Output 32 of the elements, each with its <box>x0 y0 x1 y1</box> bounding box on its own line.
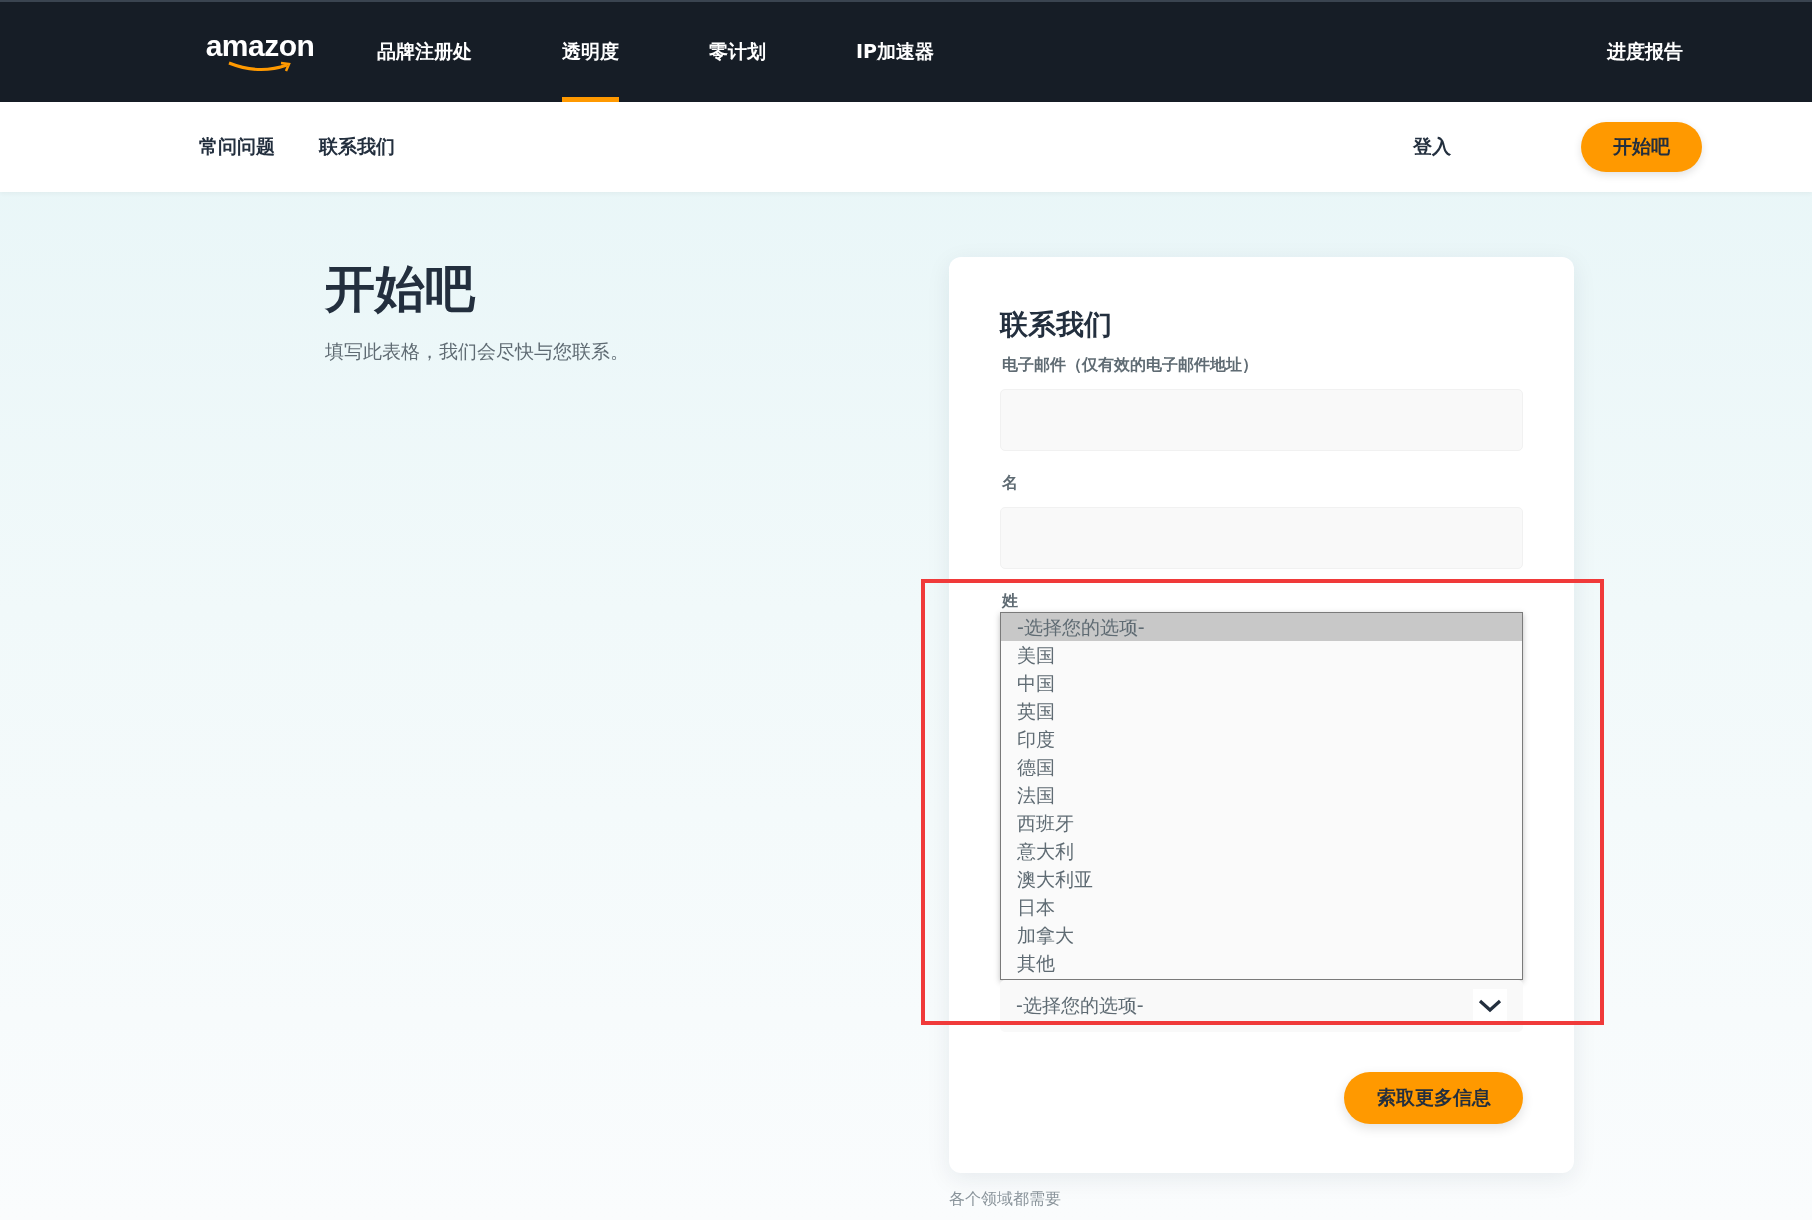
dropdown-option[interactable]: 英国 <box>1001 697 1522 725</box>
select-field[interactable]: -选择您的选项- <box>1000 980 1523 1032</box>
dropdown-option[interactable]: 西班牙 <box>1001 809 1522 837</box>
nav-tab[interactable]: 品牌注册处 <box>377 2 472 102</box>
nav-link[interactable]: 常问问题 <box>199 134 275 160</box>
page-heading: 开始吧 <box>325 259 476 319</box>
sign-in-link[interactable]: 登入 <box>1413 134 1451 160</box>
dropdown-option[interactable]: -选择您的选项- <box>1001 613 1522 641</box>
nav-tab[interactable]: IP加速器 <box>856 2 934 102</box>
dropdown-option[interactable]: 澳大利亚 <box>1001 865 1522 893</box>
dropdown-option[interactable]: 其他 <box>1001 949 1522 977</box>
dropdown-option[interactable]: 法国 <box>1001 781 1522 809</box>
dropdown-option[interactable]: 日本 <box>1001 893 1522 921</box>
dropdown-option[interactable]: 意大利 <box>1001 837 1522 865</box>
dropdown-option[interactable]: 德国 <box>1001 753 1522 781</box>
dropdown-option[interactable]: 美国 <box>1001 641 1522 669</box>
nav-link[interactable]: 联系我们 <box>319 134 395 160</box>
field-label: 电子邮件（仅有效的电子邮件地址） <box>1002 355 1259 375</box>
submit-button[interactable]: 索取更多信息 <box>1344 1072 1523 1124</box>
logo[interactable]: amazon <box>199 2 321 102</box>
field-label: 姓 <box>1002 591 1019 611</box>
page-subtitle: 填写此表格，我们会尽快与您联系。 <box>325 339 630 364</box>
field-label: 名 <box>1002 473 1019 493</box>
dropdown-option[interactable]: 加拿大 <box>1001 921 1522 949</box>
nav-link[interactable]: 进度报告 <box>1607 2 1683 102</box>
chevron-down-icon <box>1473 989 1507 1023</box>
get-started-button[interactable]: 开始吧 <box>1581 122 1702 172</box>
dropdown-option[interactable]: 中国 <box>1001 669 1522 697</box>
dropdown-option[interactable]: 印度 <box>1001 725 1522 753</box>
form-title: 联系我们 <box>1000 307 1113 343</box>
nav-tab[interactable]: 零计划 <box>709 2 766 102</box>
required-note: 各个领域都需要 <box>949 1189 1062 1209</box>
